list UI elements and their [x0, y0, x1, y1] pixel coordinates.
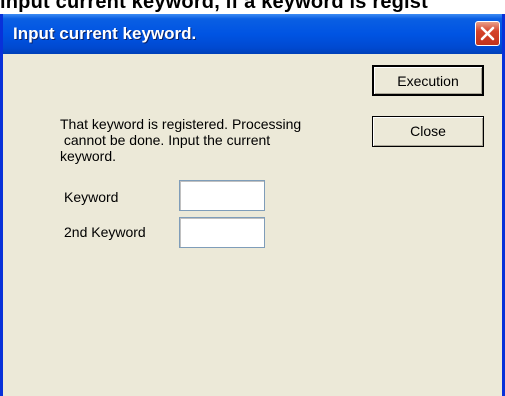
keyword-dialog: Input current keyword. Execution Close T…: [0, 14, 505, 396]
keyword-field[interactable]: [179, 180, 265, 211]
close-window-button[interactable]: [475, 21, 500, 46]
frame-left-border: [0, 54, 3, 396]
dialog-title: Input current keyword.: [13, 24, 197, 43]
close-button[interactable]: Close: [372, 116, 484, 147]
close-icon: [480, 26, 495, 41]
title-bar[interactable]: Input current keyword.: [0, 14, 505, 54]
second-keyword-label: 2nd Keyword: [64, 224, 146, 240]
background-caption-text: input current keyword, if a keyword is r…: [0, 0, 428, 13]
message-text: That keyword is registered. Processing c…: [60, 116, 302, 164]
keyword-label: Keyword: [64, 189, 119, 205]
second-keyword-field[interactable]: [179, 217, 265, 248]
background-caption: input current keyword, if a keyword is r…: [0, 0, 505, 14]
execution-button[interactable]: Execution: [372, 65, 484, 96]
